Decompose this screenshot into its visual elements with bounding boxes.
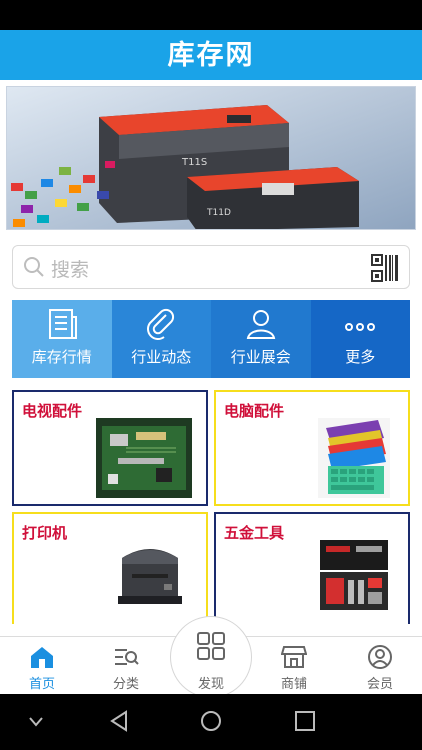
newspaper-icon [12,307,112,341]
printer-banner-image: T11S T11D [7,87,415,229]
category-computer-parts[interactable]: 电脑配件 [216,392,408,504]
chevron-down-icon[interactable] [28,714,44,733]
frame-line [12,504,208,506]
svg-text:T11S: T11S [181,157,207,168]
tab-shop[interactable]: 商铺 [252,637,336,695]
tab-discover[interactable]: 发现 [170,616,252,698]
qr-code-icon[interactable] [371,254,399,286]
circuit-board-image [96,418,192,498]
tab-label: 商铺 [280,677,307,692]
keyboard-image [318,418,390,498]
category-grid: 电视配件 电脑配件 打印机 五金工具 [12,388,410,624]
svg-text:T11D: T11D [206,208,231,218]
tab-home[interactable]: 首页 [0,637,84,695]
shop-icon [252,644,336,670]
menu-item-more[interactable]: 更多 [310,300,411,378]
tab-label: 发现 [197,677,224,692]
tab-category[interactable]: 分类 [84,637,168,695]
menu-item-label: 行业展会 [230,348,291,366]
search-bar[interactable]: 搜索 [12,245,410,289]
toolkit-image [316,534,392,614]
tab-label: 首页 [28,677,55,692]
banner-carousel[interactable]: T11S T11D [6,86,416,230]
quick-menu: 库存行情 行业动态 行业展会 更多 [12,300,410,378]
recent-apps-icon[interactable] [294,710,316,736]
frame-line [408,512,410,624]
category-label: 打印机 [22,524,68,542]
paperclip-icon [112,307,212,341]
frame-line [206,512,208,624]
category-printer[interactable]: 打印机 [14,514,206,624]
category-label: 电脑配件 [224,402,285,420]
more-dots-icon [311,307,411,341]
search-icon [23,256,45,282]
menu-item-label: 行业动态 [131,348,192,366]
grid-icon [171,631,251,661]
menu-item-label: 库存行情 [31,348,92,366]
member-icon [338,644,422,670]
menu-item-industry-news[interactable]: 行业动态 [111,300,212,378]
category-label: 电视配件 [22,402,83,420]
category-label: 五金工具 [224,524,285,542]
label-printer-image [110,534,190,614]
category-hardware-tools[interactable]: 五金工具 [216,514,408,624]
menu-item-inventory-market[interactable]: 库存行情 [12,300,112,378]
frame-line [206,390,208,506]
category-tv-parts[interactable]: 电视配件 [14,392,206,504]
tab-label: 分类 [112,677,139,692]
page-title: 库存网 [0,30,422,80]
menu-item-industry-expo[interactable]: 行业展会 [211,300,311,378]
frame-line [214,504,410,506]
user-icon [211,307,311,341]
home-icon [0,644,84,670]
back-icon[interactable] [108,710,130,736]
category-list-icon [84,644,168,670]
tab-label: 会员 [366,677,393,692]
system-nav-bar [0,694,422,750]
home-circle-icon[interactable] [200,710,222,736]
tab-member[interactable]: 会员 [338,637,422,695]
frame-line [408,390,410,506]
search-placeholder: 搜索 [51,259,90,281]
status-bar [0,0,422,30]
menu-item-label: 更多 [345,348,376,366]
